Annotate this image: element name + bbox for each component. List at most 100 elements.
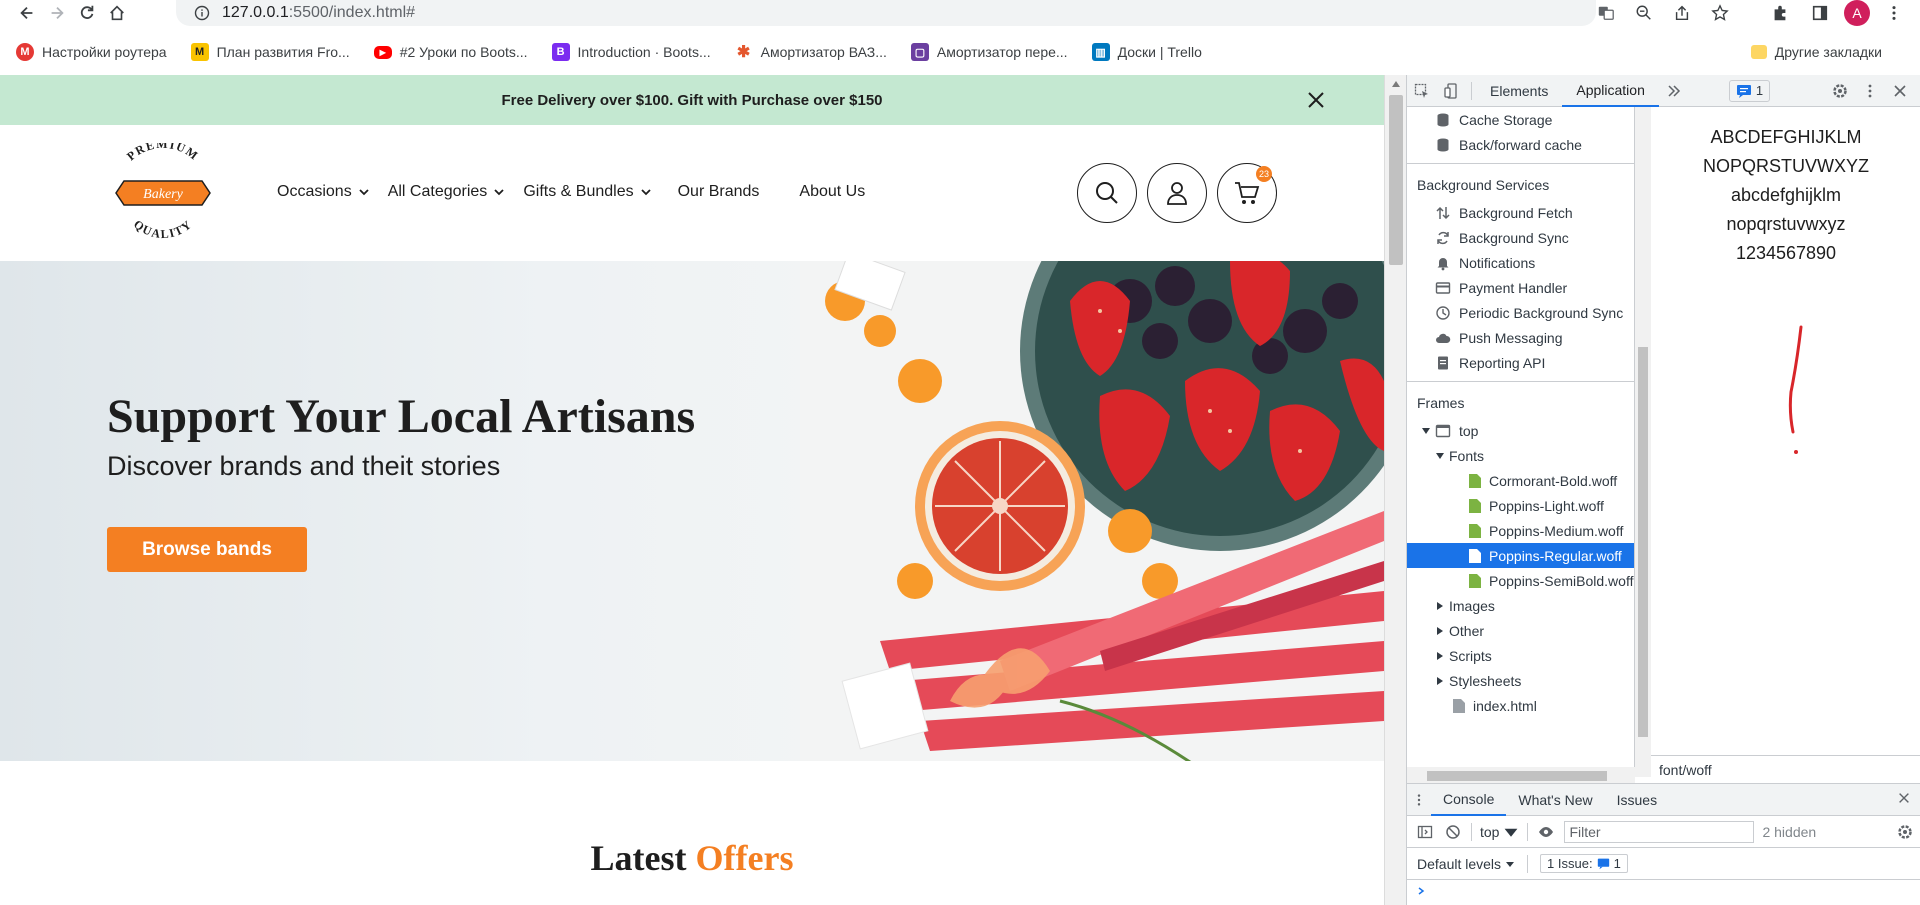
cart-button[interactable]: 23 [1217,163,1277,223]
toolbar-divider [1471,81,1472,100]
scrollbar-thumb[interactable] [1638,347,1648,737]
inspect-element-button[interactable] [1407,75,1437,107]
clear-console-button[interactable] [1443,822,1463,842]
reload-button[interactable] [72,0,102,26]
caret-down-icon [1436,452,1444,459]
account-button[interactable] [1147,163,1207,223]
tree-item-back-forward-cache[interactable]: Back/forward cache [1407,132,1634,157]
back-button[interactable] [12,0,42,26]
tree-item-index-html[interactable]: index.html [1407,693,1634,718]
tree-item-font-file[interactable]: Poppins-Light.woff [1407,493,1634,518]
tree-item-periodic-background-sync[interactable]: Periodic Background Sync [1407,300,1634,325]
star-icon [1711,4,1729,21]
omnibox-actions [1590,0,1736,26]
tree-item-push-messaging[interactable]: Push Messaging [1407,325,1634,350]
bookmark-star-button[interactable] [1704,0,1736,26]
nav-item-about-us[interactable]: About Us [799,183,865,201]
tree-label: Poppins-Regular.woff [1489,547,1622,564]
more-tabs-button[interactable] [1659,75,1689,107]
console-filter-input[interactable] [1564,820,1755,843]
tree-item-notifications[interactable]: Notifications [1407,250,1634,275]
bookmark-item[interactable]: B Introduction · Boots... [551,43,711,61]
double-chevron-right-icon [1668,84,1680,97]
share-button[interactable] [1666,0,1698,26]
scrollbar-thumb[interactable] [1427,771,1607,781]
tab-console[interactable]: Console [1431,784,1507,816]
tree-item-font-file[interactable]: Poppins-SemiBold.woff [1407,568,1634,593]
tree-item-scripts-folder[interactable]: Scripts [1407,643,1634,668]
bookmark-item[interactable]: ✱ Амортизатор ВАЗ... [735,43,887,61]
bookmark-label: План развития Fro... [216,44,350,60]
translate-button[interactable] [1590,0,1622,26]
tree-item-images-folder[interactable]: Images [1407,593,1634,618]
console-prompt[interactable] [1407,880,1920,902]
tab-whats-new[interactable]: What's New [1506,784,1604,816]
side-panel-button[interactable] [1804,0,1836,26]
forward-button[interactable] [42,0,72,26]
console-settings-button[interactable] [1895,822,1915,842]
tab-issues[interactable]: Issues [1605,784,1669,816]
settings-button[interactable] [1825,75,1855,107]
tree-item-cache-storage[interactable]: Cache Storage [1407,107,1634,132]
tree-item-frame-top[interactable]: top [1407,418,1634,443]
prompt-chevron-icon [1418,887,1425,895]
close-devtools-button[interactable] [1885,75,1915,107]
other-bookmarks[interactable]: Другие закладки [1750,38,1882,66]
message-icon [1736,84,1751,98]
tree-item-payment-handler[interactable]: Payment Handler [1407,275,1634,300]
nav-item-all-categories[interactable]: All Categories [388,183,506,201]
bookmark-item[interactable]: M Настройки роутера [16,43,167,61]
extensions-button[interactable] [1764,0,1796,26]
logo-bottom-text: QUALITY [131,217,194,241]
eye-icon [1539,826,1554,837]
search-button[interactable] [1077,163,1137,223]
bookmark-item[interactable]: M План развития Fro... [190,43,350,61]
bookmark-item[interactable]: ▥ Доски | Trello [1091,43,1202,61]
tree-item-background-sync[interactable]: Background Sync [1407,225,1634,250]
browser-menu-button[interactable] [1878,0,1910,26]
page-viewport: Free Delivery over $100. Gift with Purch… [0,75,1384,905]
tree-item-font-file-selected[interactable]: Poppins-Regular.woff [1407,543,1634,568]
sidebar-scrollbar[interactable] [1635,107,1651,777]
tree-item-reporting-api[interactable]: Reporting API [1407,350,1634,375]
profile-avatar[interactable]: A [1844,0,1870,26]
close-icon[interactable] [1304,88,1328,112]
preview-line: nopqrstuvwxyz [1726,214,1846,234]
bookmark-item[interactable]: ▶ #2 Уроки по Boots... [373,44,528,60]
nav-item-gifts-bundles[interactable]: Gifts & Bundles [523,183,651,201]
issues-counter[interactable]: 1 [1728,79,1771,102]
nav-item-occasions[interactable]: Occasions [277,183,370,201]
mime-type-status: font/woff [1651,755,1920,783]
drawer-menu-button[interactable] [1407,793,1431,807]
tree-item-font-file[interactable]: Cormorant-Bold.woff [1407,468,1634,493]
device-toolbar-button[interactable] [1437,75,1467,107]
tab-elements[interactable]: Elements [1476,75,1562,107]
info-icon[interactable] [194,5,210,21]
close-drawer-button[interactable] [1897,791,1911,808]
bakery-logo[interactable]: PREMIUM Bakery QUALITY [104,143,222,243]
home-button[interactable] [102,0,132,26]
scrollbar-thumb[interactable] [1389,95,1403,265]
page-scrollbar[interactable] [1384,75,1406,905]
tree-label: Fonts [1449,447,1485,464]
address-bar[interactable]: 127.0.0.1:5500/index.html# [176,0,1596,26]
live-expression-button[interactable] [1536,822,1556,842]
tab-application[interactable]: Application [1562,75,1659,107]
devtools-menu-button[interactable] [1855,75,1885,107]
tree-item-font-file[interactable]: Poppins-Medium.woff [1407,518,1634,543]
tree-item-stylesheets-folder[interactable]: Stylesheets [1407,668,1634,693]
issues-count: 1 [1755,83,1764,98]
tree-item-background-fetch[interactable]: Background Fetch [1407,200,1634,225]
zoom-button[interactable] [1628,0,1660,26]
log-levels-dropdown[interactable]: Default levels [1417,856,1515,872]
console-issues-badge[interactable]: 1 Issue: 1 [1540,854,1628,873]
nav-item-our-brands[interactable]: Our Brands [678,183,760,201]
bookmark-item[interactable]: ▢ Амортизатор пере... [910,43,1068,61]
sidebar-toggle-button[interactable] [1415,822,1435,842]
context-selector[interactable]: top [1480,824,1519,840]
scroll-up-arrow-icon[interactable] [1391,80,1401,88]
tree-item-other-folder[interactable]: Other [1407,618,1634,643]
sidebar-horizontal-scrollbar[interactable] [1407,767,1635,783]
browse-brands-button[interactable]: Browse bands [107,527,307,572]
tree-item-fonts-folder[interactable]: Fonts [1407,443,1634,468]
